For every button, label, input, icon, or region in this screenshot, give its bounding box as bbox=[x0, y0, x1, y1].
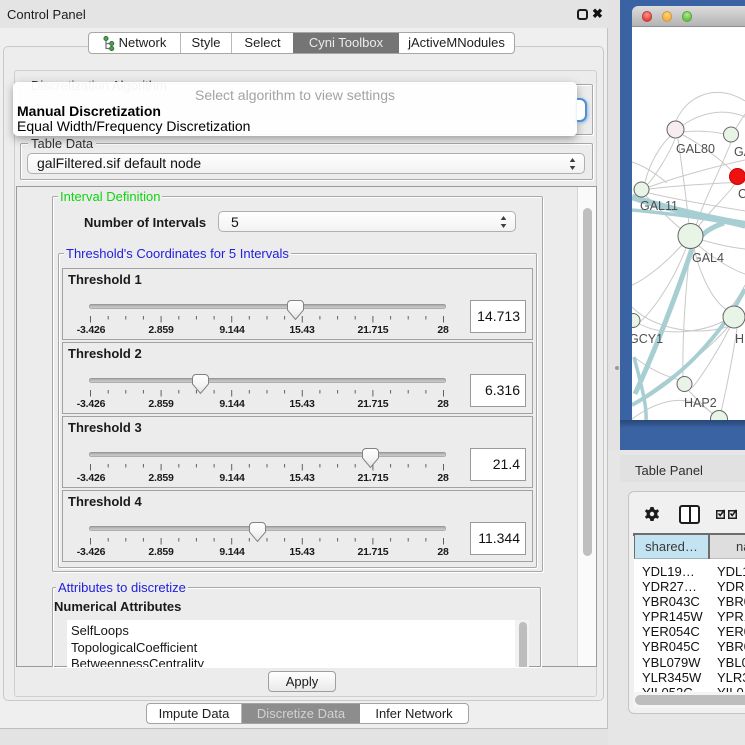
svg-text:GAL80: GAL80 bbox=[676, 142, 715, 156]
svg-text:H: H bbox=[735, 332, 744, 346]
svg-text:GCY1: GCY1 bbox=[632, 332, 663, 346]
svg-text:GAL11: GAL11 bbox=[640, 199, 678, 213]
svg-text:GA: GA bbox=[734, 145, 745, 159]
svg-text:HAP2: HAP2 bbox=[684, 396, 717, 410]
svg-text:C: C bbox=[738, 187, 745, 201]
svg-text:GAL4: GAL4 bbox=[692, 251, 724, 265]
